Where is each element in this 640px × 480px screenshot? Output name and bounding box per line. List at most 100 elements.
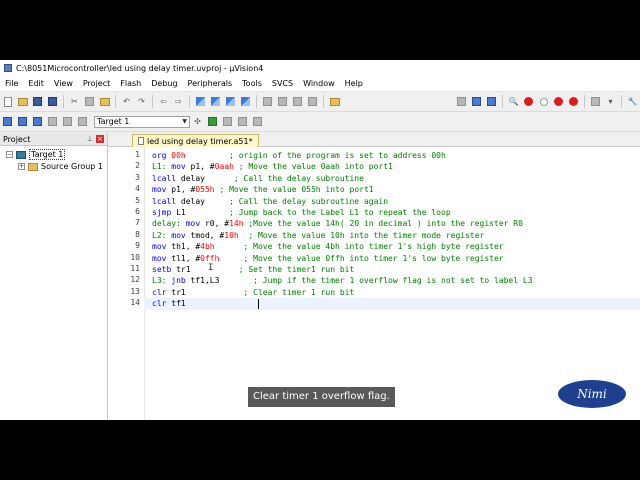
navigate-back-icon[interactable]: ⇦ [158,96,169,107]
save-icon[interactable] [32,96,43,107]
menu-debug[interactable]: Debug [146,79,182,88]
collapse-icon[interactable]: − [6,151,13,158]
code-token: delay [180,173,234,183]
code-token: mov [185,219,205,229]
toolbar-separator [323,95,324,108]
bookmark-icon[interactable] [195,96,206,107]
disable-all-breakpoints-icon[interactable] [553,96,564,107]
indent-icon[interactable] [262,96,273,107]
target-options-icon[interactable]: ✣ [192,116,203,127]
code-token: ; Move the value 0aah into port1 [238,162,393,172]
rebuild-icon[interactable] [32,116,43,127]
manage-components-icon[interactable] [222,116,233,127]
project-settings-icon[interactable] [252,116,263,127]
code-token: mov [152,185,172,195]
translate-icon[interactable] [2,116,13,127]
start-debug-icon[interactable]: 🔍 [508,96,519,107]
paste-icon[interactable] [99,96,110,107]
expand-icon[interactable]: + [18,163,25,170]
code-token: ; Move the value 0ffh into timer 1's low… [243,253,504,263]
tree-item-source-group[interactable]: + Source Group 1 [18,161,103,172]
tree-item-target[interactable]: − Target 1 [6,149,66,160]
save-all-icon[interactable] [47,96,58,107]
open-folder-icon[interactable] [17,96,28,107]
code-token: 14h [229,219,244,229]
code-token: 00h [171,151,186,160]
layout-dropdown-icon[interactable]: ▾ [605,96,616,107]
find-icon[interactable] [486,96,497,107]
undo-icon[interactable]: ↶ [121,96,132,107]
copy-icon[interactable] [84,96,95,107]
editor-tab[interactable]: led using delay timer.a51* [132,134,259,147]
code-line: mov p1, #055h ; Move the value 055h into… [152,184,374,195]
menu-edit[interactable]: Edit [23,79,49,88]
incremental-find-icon[interactable] [471,96,482,107]
new-file-icon[interactable] [2,96,13,107]
uncomment-icon[interactable] [307,96,318,107]
disable-breakpoint-icon[interactable] [538,96,549,107]
file-extensions-icon[interactable] [207,116,218,127]
code-editor[interactable]: 1 2 3 4 5 6 7 8 9 10 11 12 13 14 org 00h ; origin of … [108,147,640,420]
target-select[interactable]: Target 1 ▼ [94,115,190,128]
menu-svcs[interactable]: SVCS [267,79,298,88]
code-token: lcall [152,173,181,183]
select-packs-icon[interactable] [237,116,248,127]
code-token: ; Set the timer1 run bit [238,265,355,274]
download-icon[interactable] [77,116,88,127]
breakpoint-icon[interactable] [523,96,534,107]
code-line: clr tr1 ; Clear timer 1 run bit [152,287,354,298]
line-number: 6 [135,207,140,216]
menu-flash[interactable]: Flash [115,79,146,88]
menu-view[interactable]: View [49,79,78,88]
pin-icon[interactable]: ⊥ [87,135,93,143]
next-bookmark-icon[interactable] [225,96,236,107]
code-token: ; Move the value 10h into the timer mode… [248,230,485,240]
code-line: org 00h ; origin of the program is set t… [152,150,446,161]
code-line: clr tf1 [144,298,640,310]
code-line: setb tr1 ; Set the timer1 run bit [152,264,354,275]
kill-breakpoints-icon[interactable] [568,96,579,107]
code-token: mov [171,230,191,240]
menu-project[interactable]: Project [78,79,115,88]
redo-icon[interactable]: ↷ [136,96,147,107]
comment-icon[interactable] [292,96,303,107]
nimi-logo: Nimi [556,378,628,410]
build-icon[interactable] [17,116,28,127]
code-token: ; Jump back to the Label L1 to repeat th… [229,208,451,217]
menu-window[interactable]: Window [298,79,340,88]
code-token: p1, # [171,185,196,195]
code-token: L3: [152,276,172,286]
unindent-icon[interactable] [277,96,288,107]
code-token: sjmp [152,208,177,217]
code-token: mov [152,242,172,252]
menu-tools[interactable]: Tools [237,79,267,88]
navigate-forward-icon[interactable]: ⇨ [173,96,184,107]
close-icon[interactable]: × [96,135,104,143]
menu-file[interactable]: File [0,79,23,88]
code-token: 4bh [200,242,215,252]
code-token: ; Move the value 055h into port1 [219,185,374,195]
prev-bookmark-icon[interactable] [210,96,221,107]
clear-bookmarks-icon[interactable] [240,96,251,107]
code-token: L2: [152,230,172,240]
line-number: 8 [135,229,140,239]
stop-build-icon[interactable] [62,116,73,127]
code-token: L1: [152,162,172,172]
menu-peripherals[interactable]: Peripherals [183,79,238,88]
editor-tab-label: led using delay timer.a51* [147,136,253,146]
find-combo-icon[interactable] [456,96,467,107]
code-token: jnb [171,276,191,286]
configure-icon[interactable]: 🔧 [627,96,638,107]
batch-build-icon[interactable] [47,116,58,127]
line-number: 10 [130,252,140,262]
logo-text: Nimi [577,387,607,401]
code-line: L3: jnb tf1,L3 ; Jump if the timer 1 ove… [152,275,533,286]
line-number: 3 [135,172,140,182]
find-in-files-icon[interactable] [329,96,340,107]
menu-help[interactable]: Help [340,79,368,88]
window-layout-icon[interactable] [590,96,601,107]
cut-icon[interactable]: ✂ [69,96,80,107]
code-token: th1, # [171,242,201,252]
